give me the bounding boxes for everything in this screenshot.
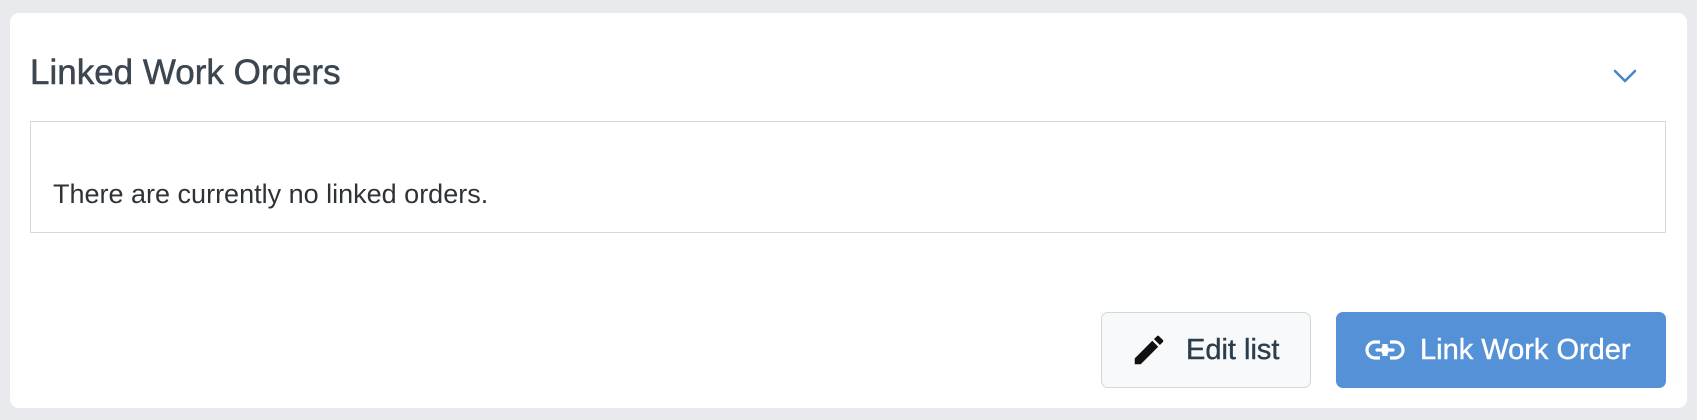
panel-title: Linked Work Orders — [30, 53, 341, 93]
link-work-order-label: Link Work Order — [1420, 333, 1631, 366]
collapse-toggle[interactable] — [1610, 61, 1640, 91]
link-icon — [1364, 335, 1406, 365]
chevron-down-icon — [1612, 68, 1638, 84]
empty-state-message: There are currently no linked orders. — [53, 179, 489, 209]
link-work-order-button[interactable]: Link Work Order — [1336, 312, 1666, 388]
linked-work-orders-panel: Linked Work Orders There are currently n… — [10, 13, 1687, 408]
linked-orders-list: There are currently no linked orders. — [30, 121, 1666, 233]
pencil-icon — [1130, 331, 1168, 369]
edit-list-label: Edit list — [1186, 333, 1280, 366]
edit-list-button[interactable]: Edit list — [1101, 312, 1311, 388]
